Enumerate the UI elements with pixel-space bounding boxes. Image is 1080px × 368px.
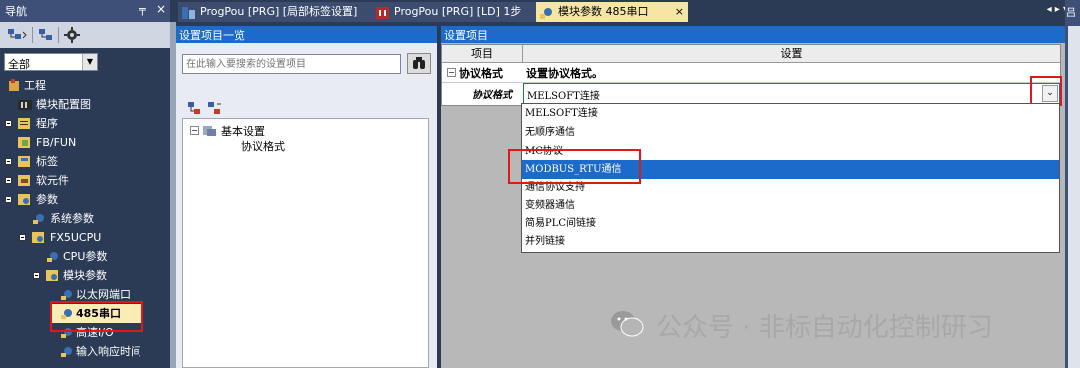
settings-list-panel: 设置项目一览 − 基本设置 协议格式 — [176, 26, 437, 368]
col-header-item: 项目 — [442, 45, 523, 63]
pou-icon — [182, 6, 195, 19]
settings-list-title: 设置项目一览 — [179, 29, 245, 42]
expand-icon[interactable] — [5, 177, 12, 184]
cpu-parameter-icon — [46, 250, 60, 263]
input-response-icon — [60, 345, 74, 358]
expand-icon[interactable] — [5, 158, 12, 165]
chevron-down-icon[interactable]: ▼ — [82, 54, 97, 70]
label-icon — [18, 155, 32, 168]
nav-toolbar — [0, 22, 170, 48]
collapse-icon[interactable]: − — [447, 68, 456, 77]
program-icon — [18, 117, 32, 130]
collapse-icon[interactable] — [5, 196, 12, 203]
binoculars-icon — [412, 57, 426, 73]
list-view-icon[interactable] — [38, 28, 54, 42]
protocol-format-row: 协议格式 MELSOFT连接 ⌄ — [442, 83, 1060, 105]
settings-grid: 项目 设置 − 协议格式 设置协议格式。 协议格式 MELSOFT连接 ⌄ — [441, 44, 1061, 106]
settings-search-input[interactable] — [182, 54, 401, 74]
annotation-box — [508, 149, 641, 184]
protocol-format-label: 协议格式 — [472, 90, 512, 101]
watermark: 公众号 · 非标自动化控制研习 — [600, 305, 1060, 345]
parameter-icon — [18, 193, 32, 206]
close-icon[interactable]: × — [156, 2, 166, 16]
module-parameter-icon — [46, 269, 60, 282]
system-parameter-icon — [32, 212, 46, 225]
project-icon — [8, 79, 22, 92]
annotation-box — [50, 301, 143, 332]
option-simple-plc-link[interactable]: 简易PLC间链接 — [522, 214, 1059, 233]
settings-title: 设置项目 — [444, 29, 488, 42]
protocol-format-select[interactable]: MELSOFT连接 ⌄ — [523, 83, 1060, 104]
search-button[interactable] — [407, 53, 431, 74]
nav-filter-select[interactable]: 全部 ▼ — [4, 53, 98, 71]
ladder-icon — [376, 6, 389, 19]
device-icon — [18, 174, 32, 187]
gear-icon[interactable] — [64, 27, 80, 43]
settings-list-header: 设置项目一览 — [176, 26, 437, 43]
collapse-all-icon[interactable] — [208, 102, 222, 118]
nav-item-input-response[interactable]: 输入响应时间 — [0, 342, 140, 361]
group-label: 协议格式 — [459, 67, 503, 80]
nav-item-program[interactable]: 程序 — [0, 114, 170, 133]
fbfun-icon — [18, 136, 32, 149]
nav-item-fx5ucpu[interactable]: FX5UCPU — [0, 228, 170, 247]
dock-glyph[interactable]: 吕 — [1066, 4, 1076, 19]
nav-item-device[interactable]: 软元件 — [0, 171, 170, 190]
protocol-format-value: MELSOFT连接 — [527, 91, 600, 102]
nav-item-project[interactable]: 工程 — [0, 76, 170, 95]
nav-item-cpu-parameter[interactable]: CPU参数 — [0, 247, 170, 266]
expand-all-icon[interactable] — [188, 102, 202, 118]
ethernet-port-icon — [60, 288, 74, 301]
cpu-module-icon — [32, 231, 46, 244]
nav-title-bar: 导航 ╤ × — [0, 0, 170, 22]
right-dock-strip: 吕 — [1065, 0, 1080, 368]
expand-icon[interactable] — [5, 120, 12, 127]
module-parameter-icon — [540, 6, 553, 19]
tab-ladder[interactable]: ProgPou [PRG] [LD] 1步 — [372, 2, 550, 22]
tree-item-protocol-format[interactable]: 协议格式 — [241, 138, 285, 154]
nav-filter-value: 全部 — [8, 58, 30, 71]
option-melsoft[interactable]: MELSOFT连接 — [522, 104, 1059, 123]
option-parallel-link[interactable]: 并列链接 — [522, 232, 1059, 251]
annotation-box — [1030, 76, 1062, 106]
nav-item-fbfun[interactable]: FB/FUN — [0, 133, 170, 152]
nav-title: 导航 — [5, 5, 27, 18]
nav-item-module-config[interactable]: 模块配置图 — [0, 95, 170, 114]
tree-view-icon[interactable] — [8, 28, 28, 42]
module-config-icon — [18, 98, 32, 111]
settings-tree: − 基本设置 协议格式 — [182, 118, 429, 368]
nav-item-parameter[interactable]: 参数 — [0, 190, 170, 209]
watermark-text: 公众号 · 非标自动化控制研习 — [656, 313, 993, 343]
collapse-icon[interactable] — [33, 272, 40, 279]
tab-module-parameter-485[interactable]: 模块参数 485串口 × — [536, 2, 688, 22]
col-header-setting: 设置 — [523, 45, 1060, 63]
basic-settings-icon — [203, 124, 217, 140]
close-tab-icon[interactable]: × — [675, 2, 684, 22]
tab-local-label[interactable]: ProgPou [PRG] [局部标签设置] — [178, 2, 388, 22]
nav-item-module-parameter[interactable]: 模块参数 — [0, 266, 170, 285]
wechat-icon — [610, 309, 644, 342]
option-non-procedural[interactable]: 无顺序通信 — [522, 123, 1059, 142]
collapse-icon[interactable] — [19, 234, 26, 241]
tree-item-basic-settings[interactable]: 基本设置 — [221, 123, 265, 139]
tab-bar: ProgPou [PRG] [局部标签设置] ProgPou [PRG] [LD… — [176, 0, 1080, 24]
collapse-icon[interactable]: − — [190, 126, 199, 135]
group-row[interactable]: − 协议格式 设置协议格式。 — [442, 63, 1060, 83]
option-inverter[interactable]: 变频器通信 — [522, 196, 1059, 215]
nav-item-label[interactable]: 标签 — [0, 152, 170, 171]
group-description: 设置协议格式。 — [526, 67, 603, 80]
pin-icon[interactable]: ╤ — [139, 3, 146, 16]
nav-item-system-parameter[interactable]: 系统参数 — [0, 209, 170, 228]
settings-header: 设置项目 — [441, 26, 1065, 43]
